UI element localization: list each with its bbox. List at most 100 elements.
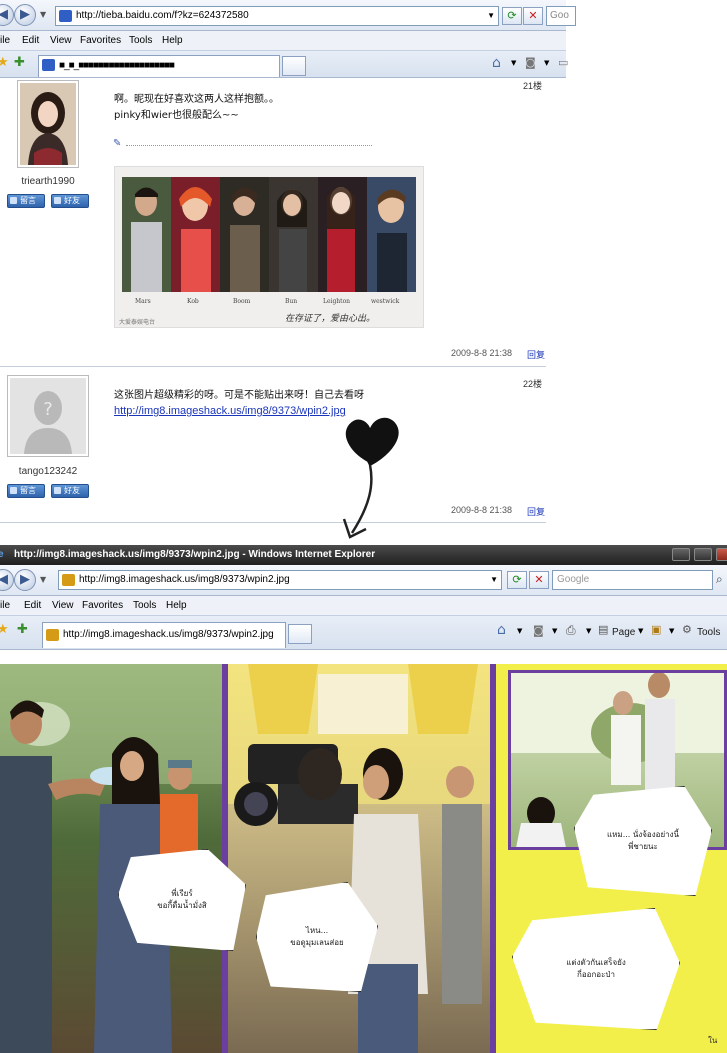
imageshack-favicon-icon	[62, 574, 75, 586]
collage-caption-right: 在存证了，爱由心出。	[285, 314, 376, 324]
post22-floor-number: 22楼	[523, 379, 543, 389]
browser1-tab-title: ■_■_■■■■■■■■■■■■■■■■■■■	[59, 60, 175, 71]
menu-tools[interactable]: Tools	[129, 31, 152, 51]
feeds-dropdown-icon[interactable]: ▼	[552, 627, 557, 635]
collage-name-leighton: Leighton	[323, 298, 351, 305]
browser2-window-title: http://img8.imageshack.us/img8/9373/wpin…	[14, 549, 376, 560]
post21-message-button[interactable]: 留言	[7, 194, 45, 208]
browser2-search-input[interactable]: Google	[552, 570, 713, 590]
back-button[interactable]: ◀	[0, 4, 14, 26]
add-favorite-icon[interactable]: ✚	[14, 55, 25, 70]
back-button[interactable]: ◀	[0, 569, 14, 591]
tools-menu-button[interactable]: Tools	[697, 625, 720, 641]
address-dropdown-icon[interactable]: ▼	[490, 571, 498, 589]
post21-text-line2: pinky和wier也很般配么~~	[114, 110, 239, 121]
menu-help[interactable]: Help	[166, 596, 187, 616]
signature-divider	[126, 145, 372, 146]
collage-name-kob: Kob	[187, 298, 199, 305]
browser2-menu-bar: ile Edit View Favorites Tools Help	[0, 596, 727, 616]
safety-dropdown-icon[interactable]: ▼	[669, 627, 674, 635]
new-tab-button[interactable]	[282, 56, 306, 76]
post22-reply-link[interactable]: 回复	[527, 505, 545, 518]
forward-button[interactable]: ▶	[14, 4, 36, 26]
browser2-address-bar: ◀ ▶ ▼ http://img8.imageshack.us/img8/937…	[0, 565, 727, 596]
post22-image-link[interactable]: http://img8.imageshack.us/img8/9373/wpin…	[114, 405, 346, 417]
safety-icon[interactable]: ▣	[651, 623, 661, 636]
browser1-active-tab[interactable]: ■_■_■■■■■■■■■■■■■■■■■■■	[38, 55, 280, 77]
browser1-search-placeholder: Goo	[550, 10, 569, 21]
post22-username[interactable]: tango123242	[0, 466, 98, 477]
browser1-tab-bar: ★ ✚ ■_■_■■■■■■■■■■■■■■■■■■■ ⌂ ▼ ◙ ▼ ▭	[0, 51, 568, 78]
post21-username[interactable]: triearth1990	[0, 176, 98, 187]
comic-page-mark: ใน	[708, 1036, 718, 1045]
feeds-icon[interactable]: ◙	[525, 56, 536, 69]
browser2-search-placeholder: Google	[557, 574, 590, 585]
menu-favorites[interactable]: Favorites	[80, 31, 121, 51]
tab-favicon-icon	[46, 629, 59, 641]
menu-help[interactable]: Help	[162, 31, 183, 51]
address-dropdown-icon[interactable]: ▼	[487, 7, 495, 25]
post-separator	[0, 366, 546, 367]
browser1-address-input[interactable]: http://tieba.baidu.com/f?kz=624372580 ▼	[55, 6, 499, 26]
home-dropdown-icon[interactable]: ▼	[517, 627, 522, 635]
menu-edit[interactable]: Edit	[22, 31, 39, 51]
comic-page-image: ใน พี่เรียร์ ขอกี้ดื่มน้ำมั่งสิ ไหน... ข…	[0, 664, 727, 1053]
new-tab-button[interactable]	[288, 624, 312, 644]
add-favorite-icon[interactable]: ✚	[17, 622, 28, 637]
post21-text-line1: 啊。昵现在好喜欢这两人这样抱额。。	[114, 94, 279, 105]
print-icon[interactable]: ⎙	[566, 623, 576, 638]
menu-view[interactable]: View	[52, 596, 74, 616]
search-icon[interactable]: ⌕	[716, 572, 723, 587]
print-dropdown-icon[interactable]: ▼	[586, 627, 591, 635]
menu-file[interactable]: ile	[0, 596, 10, 616]
browser2-title-bar[interactable]: e http://img8.imageshack.us/img8/9373/wp…	[0, 545, 727, 565]
stop-button[interactable]: ✕	[523, 7, 543, 25]
browser1-search-input[interactable]: Goo	[546, 6, 576, 26]
browser1-address-text: http://tieba.baidu.com/f?kz=624372580	[76, 10, 249, 21]
refresh-button[interactable]: ⟳	[502, 7, 522, 25]
page-dropdown-icon[interactable]: ▼	[638, 627, 643, 635]
collage-name-bun: Bun	[285, 298, 298, 305]
print-icon[interactable]: ▭	[558, 56, 568, 69]
favorites-star-icon[interactable]: ★	[0, 55, 9, 70]
menu-view[interactable]: View	[50, 31, 72, 51]
feeds-dropdown-icon[interactable]: ▼	[544, 59, 549, 67]
browser2-active-tab[interactable]: http://img8.imageshack.us/img8/9373/wpin…	[42, 622, 286, 648]
maximize-button[interactable]	[694, 548, 712, 561]
page-menu-button[interactable]: Page	[612, 625, 635, 641]
post21-avatar[interactable]	[17, 80, 79, 168]
post21-reply-link[interactable]: 回复	[527, 348, 545, 361]
feeds-icon[interactable]: ◙	[533, 624, 544, 637]
browser2-tab-bar: ★ ✚ http://img8.imageshack.us/img8/9373/…	[0, 616, 727, 650]
post22-message-button[interactable]: 留言	[7, 484, 45, 498]
menu-favorites[interactable]: Favorites	[82, 596, 123, 616]
menu-edit[interactable]: Edit	[24, 596, 41, 616]
history-dropdown-icon[interactable]: ▼	[40, 10, 46, 19]
browser2-tab-title: http://img8.imageshack.us/img8/9373/wpin…	[63, 629, 274, 640]
home-dropdown-icon[interactable]: ▼	[511, 59, 516, 67]
browser2-address-input[interactable]: http://img8.imageshack.us/img8/9373/wpin…	[58, 570, 502, 590]
post22-friend-button[interactable]: 好友	[51, 484, 89, 498]
favorites-star-icon[interactable]: ★	[0, 622, 9, 637]
tools-gear-icon: ⚙	[682, 623, 692, 636]
forward-button[interactable]: ▶	[14, 569, 36, 591]
menu-file[interactable]: ile	[0, 31, 10, 51]
refresh-button[interactable]: ⟳	[507, 571, 527, 589]
close-button[interactable]	[716, 548, 727, 561]
page-icon: ▤	[598, 623, 609, 636]
minimize-button[interactable]	[672, 548, 690, 561]
post21-collage-image: Mars Kob Boom Bun Leighton westwick 大爱泰娱…	[114, 166, 424, 328]
pencil-icon: ✎	[113, 138, 122, 149]
history-dropdown-icon[interactable]: ▼	[40, 575, 46, 584]
speech-bubble-3: แหม... นั่งจ้องอย่างนี้ พี่ชายนะ	[574, 786, 712, 896]
home-icon[interactable]: ⌂	[492, 55, 501, 71]
menu-tools[interactable]: Tools	[133, 596, 156, 616]
browser2-address-text: http://img8.imageshack.us/img8/9373/wpin…	[79, 574, 290, 585]
post22-text-line1: 这张图片超级精彩的呀。可是不能贴出来呀！自己去看呀	[114, 390, 364, 401]
comic-panel-camera	[228, 664, 490, 1053]
post21-friend-button[interactable]: 好友	[51, 194, 89, 208]
home-icon[interactable]: ⌂	[497, 622, 506, 638]
stop-button[interactable]: ✕	[529, 571, 549, 589]
post22-avatar[interactable]: ?	[7, 375, 89, 457]
collage-name-boom: Boom	[233, 298, 251, 305]
